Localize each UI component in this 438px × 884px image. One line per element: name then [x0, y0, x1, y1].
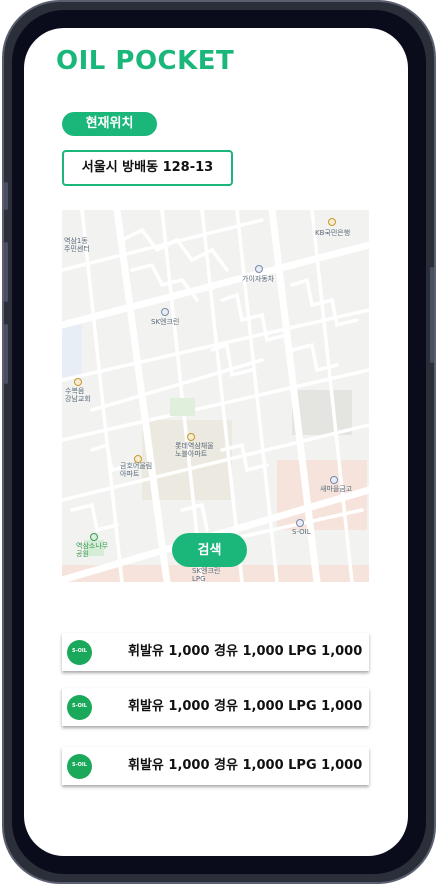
car-service-pin-icon	[255, 265, 263, 273]
map-label-community-center: 역삼1동 주민센터	[64, 237, 90, 253]
app-title: OIL POCKET	[56, 46, 235, 76]
gas-station-pin-icon	[161, 308, 169, 316]
station-card[interactable]: S-OIL 휘발유 1,000 경유 1,000 LPG 1,000	[62, 747, 369, 785]
map-label-church: 수복음 강남교회	[65, 387, 91, 403]
s-oil-logo-icon: S-OIL	[67, 695, 92, 720]
map-label-sk-bottom: SK엔크린 LPG	[192, 567, 221, 582]
station-card[interactable]: S-OIL 휘발유 1,000 경유 1,000 LPG 1,000	[62, 688, 369, 726]
church-pin-icon	[74, 378, 82, 386]
s-oil-logo-text: S-OIL	[72, 703, 87, 709]
s-oil-logo-icon: S-OIL	[67, 754, 92, 779]
map-view[interactable]: KB국민은행 가이자동차 역삼1동 주민센터 SK엔크린 수복음 강남교회 롯데…	[62, 210, 369, 582]
address-field[interactable]: 서울시 방배동 128-13	[62, 150, 233, 186]
app-screen: OIL POCKET 현재위치 서울시 방배동 128-13 KB국민은행 가이…	[24, 28, 408, 856]
map-label-saemaeul: 새마을금고	[320, 485, 353, 493]
map-label-soil: S-OIL	[292, 528, 311, 536]
s-oil-logo-icon: S-OIL	[67, 640, 92, 665]
map-label-park: 역삼소나무 공원	[76, 542, 109, 558]
mute-switch	[4, 182, 8, 210]
station-prices: 휘발유 1,000 경유 1,000 LPG 1,000	[128, 758, 363, 773]
map-roads	[62, 210, 369, 582]
station-prices: 휘발유 1,000 경유 1,000 LPG 1,000	[128, 644, 363, 659]
gas-station-pin-icon	[296, 519, 304, 527]
station-card[interactable]: S-OIL 휘발유 1,000 경유 1,000 LPG 1,000	[62, 633, 369, 671]
s-oil-logo-text: S-OIL	[72, 648, 87, 654]
station-prices: 휘발유 1,000 경유 1,000 LPG 1,000	[128, 699, 363, 714]
current-location-badge[interactable]: 현재위치	[62, 112, 157, 136]
s-oil-logo-text: S-OIL	[72, 762, 87, 768]
map-label-sk-top: SK엔크린	[151, 318, 180, 326]
map-label-geumho: 금호어울림 아파트	[120, 462, 153, 478]
bank-pin-icon	[330, 476, 338, 484]
search-button[interactable]: 검색	[172, 533, 247, 567]
apartment-pin-icon	[187, 433, 195, 441]
map-label-kb-bank: KB국민은행	[315, 229, 351, 237]
map-label-lotte: 롯데역삼채울 노블아파트	[175, 442, 214, 458]
volume-up-button	[4, 242, 8, 302]
park-pin-icon	[90, 533, 98, 541]
map-label-jangja: 가이자동차	[242, 275, 275, 283]
bank-pin-icon	[328, 218, 336, 226]
volume-down-button	[4, 324, 8, 384]
power-button	[430, 267, 434, 363]
